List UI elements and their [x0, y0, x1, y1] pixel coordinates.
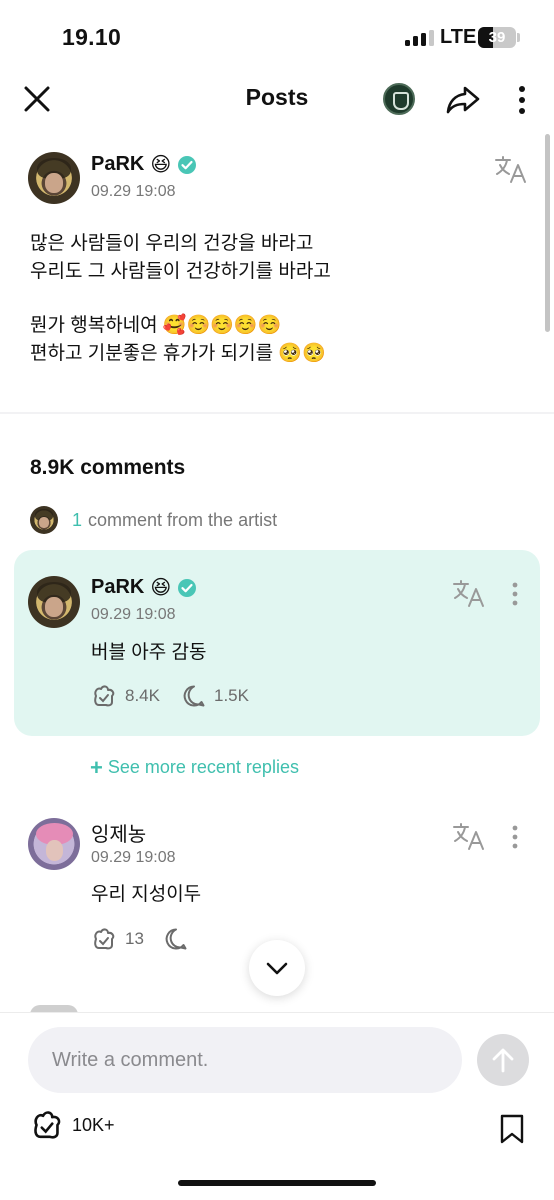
comment-like-button[interactable]: 13	[91, 927, 144, 951]
post-body: 많은 사람들이 우리의 건강을 바라고 우리도 그 사람들이 건강하기를 바라고…	[30, 230, 530, 368]
verified-badge-icon	[178, 155, 197, 174]
artist-comment-replies: 1.5K	[214, 686, 249, 705]
chevron-down-icon	[266, 962, 288, 975]
comments-count: 8.9K comments	[30, 456, 186, 479]
comment-timestamp: 09.29 19:08	[91, 849, 176, 866]
artist-comment-likes: 8.4K	[125, 686, 160, 705]
comment-more-icon[interactable]	[505, 580, 525, 610]
comment-more-icon[interactable]	[505, 823, 525, 853]
see-more-replies-link[interactable]: + See more recent replies	[90, 754, 299, 780]
translate-icon[interactable]	[452, 578, 486, 608]
plus-icon: +	[90, 754, 103, 780]
post-author-name[interactable]: PaRK	[91, 153, 144, 176]
comment-text: 우리 지성이두	[91, 884, 202, 905]
bottom-bar: 10K+	[0, 1012, 554, 1200]
artist-comment-timestamp: 09.29 19:08	[91, 606, 176, 623]
home-indicator	[178, 1180, 376, 1186]
artist-comment-label: comment from the artist	[88, 509, 278, 530]
author-avatar[interactable]	[28, 152, 80, 204]
signal-icon	[405, 30, 435, 46]
artist-comment-filter[interactable]: 1 comment from the artist	[30, 506, 277, 534]
like-icon	[94, 685, 115, 707]
artist-comment-text: 버블 아주 감동	[91, 642, 207, 663]
like-icon	[94, 928, 115, 950]
scroll-down-button[interactable]	[249, 940, 305, 996]
reply-icon	[165, 928, 187, 950]
artist-comment-count: 1	[72, 509, 83, 530]
share-icon[interactable]	[445, 82, 481, 116]
post-line-blank	[30, 286, 530, 312]
more-vertical-icon[interactable]	[508, 84, 536, 116]
comment-reply-button[interactable]	[164, 927, 188, 951]
artist-comment-reply-button[interactable]: 1.5K	[182, 684, 249, 708]
post-line: 뭔가 행복하네여 🥰☺️☺️☺️☺️	[30, 315, 282, 336]
battery-percent: 39	[488, 29, 506, 46]
community-logo-icon[interactable]	[383, 83, 415, 115]
bookmark-icon[interactable]	[498, 1113, 526, 1145]
section-divider	[0, 412, 554, 414]
comment-input[interactable]	[28, 1027, 462, 1093]
commenter-avatar[interactable]	[28, 818, 80, 870]
see-more-label: See more recent replies	[107, 757, 299, 777]
post-line: 편하고 기분좋은 휴가가 되기를 🥺🥺	[30, 343, 326, 364]
top-nav: Posts	[0, 72, 554, 128]
post-like-count: 10K+	[72, 1114, 115, 1135]
battery-tip	[517, 33, 520, 42]
send-button[interactable]	[477, 1034, 529, 1086]
translate-icon[interactable]	[452, 821, 486, 851]
author-emoji: 😆	[150, 577, 172, 599]
status-bar: 19.10 LTE 39	[0, 0, 554, 72]
verified-badge-icon	[178, 578, 197, 597]
scrollbar[interactable]	[545, 134, 550, 332]
artist-comment-author-row: PaRK 😆	[91, 575, 197, 600]
post-line: 우리도 그 사람들이 건강하기를 바라고	[30, 261, 331, 282]
post-timestamp: 09.29 19:08	[91, 183, 176, 200]
post-line: 많은 사람들이 우리의 건강을 바라고	[30, 233, 314, 254]
battery-icon: 39	[478, 27, 516, 48]
network-label: LTE	[440, 26, 477, 48]
status-time: 19.10	[62, 24, 122, 50]
post-author-row: PaRK 😆	[91, 152, 197, 177]
reply-icon	[183, 685, 205, 707]
post-like-button[interactable]: 10K+	[30, 1109, 115, 1141]
author-emoji: 😆	[150, 154, 172, 176]
comment-author-row: 잉제농	[91, 818, 146, 847]
artist-comment-like-button[interactable]: 8.4K	[91, 684, 160, 708]
translate-icon[interactable]	[494, 154, 528, 184]
artist-comment-avatar[interactable]	[28, 576, 80, 628]
comment-author[interactable]: 잉제농	[91, 818, 146, 847]
like-icon	[34, 1111, 61, 1139]
artist-comment-author[interactable]: PaRK	[91, 576, 144, 599]
arrow-up-icon	[492, 1048, 514, 1073]
comment-likes: 13	[125, 929, 144, 948]
